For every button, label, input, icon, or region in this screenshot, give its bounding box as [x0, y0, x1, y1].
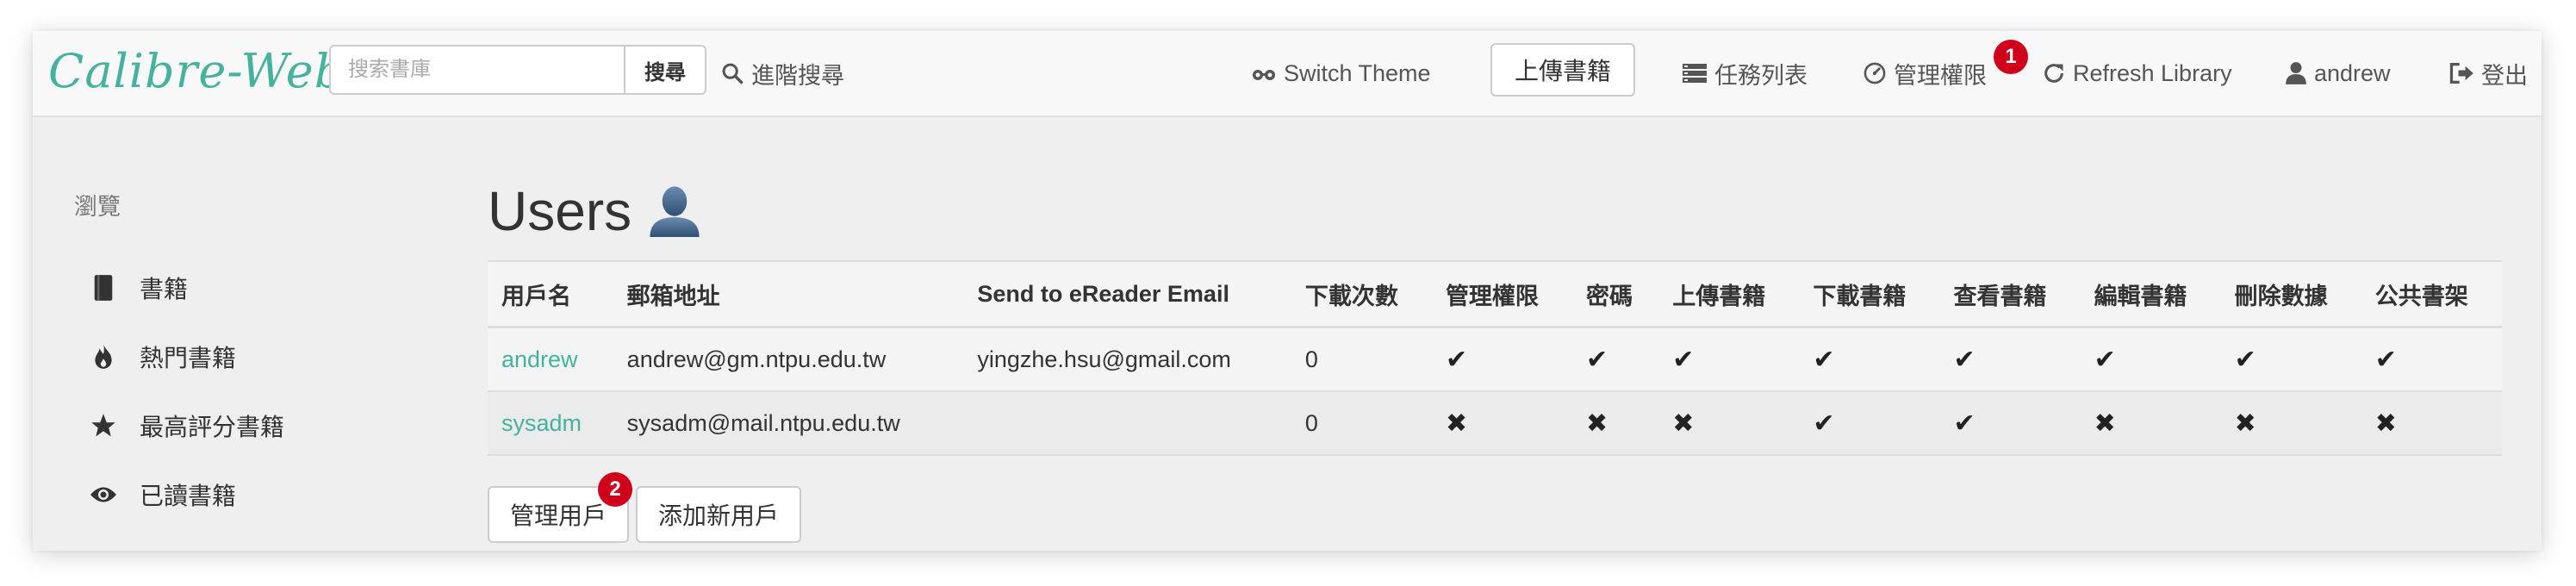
eye-icon — [88, 479, 119, 510]
search-button[interactable]: 搜尋 — [624, 45, 706, 95]
permission-mark: ✔ — [1572, 327, 1659, 392]
permission-mark: ✔ — [1799, 327, 1940, 392]
permission-mark: ✔ — [2080, 327, 2221, 392]
ereader-email-cell: yingzhe.hsu@gmail.com — [963, 327, 1291, 392]
refresh-library-label: Refresh Library — [2073, 59, 2232, 86]
ereader-email-cell — [963, 391, 1291, 456]
book-icon — [88, 272, 119, 303]
advanced-search-label: 進階搜尋 — [751, 62, 844, 89]
logout-icon — [2449, 63, 2473, 84]
search-input[interactable] — [329, 45, 624, 95]
advanced-search-link[interactable]: 進階搜尋 — [720, 31, 844, 115]
logout-link[interactable]: 登出 — [2448, 31, 2528, 115]
app-window: Calibre-Web 搜尋 進階搜尋 Switch Theme 上傳書籍 任務… — [33, 31, 2542, 551]
search-form: 搜尋 — [329, 45, 706, 95]
sidebar-item-hot-books[interactable]: 熱門書籍 — [88, 340, 236, 374]
email-cell: andrew@gm.ntpu.edu.tw — [613, 327, 964, 392]
table-row: sysadm sysadm@mail.ntpu.edu.tw 0 ✖ ✖ ✖ ✔… — [488, 391, 2502, 456]
column-header: 密碼 — [1572, 260, 1659, 328]
sidebar-item-label: 熱門書籍 — [140, 345, 237, 371]
column-header: 用戶名 — [488, 260, 613, 328]
admin-step-badge: 1 — [1994, 40, 2028, 74]
column-header: 查看書籍 — [1939, 260, 2081, 328]
permission-mark: ✔ — [1939, 327, 2081, 392]
upload-book-button[interactable]: 上傳書籍 — [1490, 43, 1636, 97]
add-user-button[interactable]: 添加新用戶 — [636, 486, 802, 543]
permission-mark: ✔ — [2361, 327, 2502, 392]
brand-logo[interactable]: Calibre-Web — [48, 41, 345, 102]
permission-mark: ✖ — [1431, 391, 1573, 456]
page-title: Users — [488, 179, 702, 243]
email-cell: sysadm@mail.ntpu.edu.tw — [613, 391, 964, 456]
permission-mark: ✔ — [1658, 327, 1800, 392]
users-table: 用戶名 郵箱地址 Send to eReader Email 下載次數 管理權限… — [488, 260, 2502, 456]
switch-theme-link[interactable]: Switch Theme — [1251, 31, 1431, 115]
page-title-text: Users — [488, 180, 632, 242]
sidebar-header: 瀏覽 — [74, 194, 121, 220]
column-header: 下載書籍 — [1799, 260, 1940, 328]
star-icon — [88, 410, 119, 441]
column-header: 郵箱地址 — [613, 260, 964, 328]
user-name-label: andrew — [2314, 59, 2391, 86]
admin-label: 管理權限 — [1894, 62, 1987, 89]
refresh-icon — [2044, 64, 2063, 83]
permission-mark: ✖ — [1658, 391, 1800, 456]
switch-theme-label: Switch Theme — [1284, 59, 1431, 86]
permission-mark: ✖ — [1572, 391, 1659, 456]
refresh-library-link[interactable]: Refresh Library — [2042, 31, 2232, 115]
tasks-list-icon — [1683, 64, 1707, 83]
column-header: 上傳書籍 — [1658, 260, 1800, 328]
permission-mark: ✖ — [2220, 391, 2361, 456]
dashboard-icon — [1864, 62, 1886, 84]
username-link[interactable]: andrew — [501, 346, 578, 372]
permission-mark: ✖ — [2361, 391, 2502, 456]
column-header: 管理權限 — [1431, 260, 1573, 328]
user-profile-link[interactable]: andrew — [2285, 31, 2391, 115]
column-header: Send to eReader Email — [963, 260, 1291, 328]
sidebar-item-label: 書籍 — [140, 276, 189, 302]
column-header: 下載次數 — [1291, 260, 1432, 328]
downloads-cell: 0 — [1291, 391, 1432, 456]
manage-users-step-badge: 2 — [598, 472, 632, 507]
permission-mark: ✔ — [2220, 327, 2361, 392]
table-row: andrew andrew@gm.ntpu.edu.tw yingzhe.hsu… — [488, 327, 2502, 392]
fire-icon — [88, 341, 119, 372]
permission-mark: ✔ — [1799, 391, 1940, 456]
search-icon — [722, 63, 744, 84]
top-navbar: Calibre-Web 搜尋 進階搜尋 Switch Theme 上傳書籍 任務… — [33, 31, 2542, 117]
admin-link[interactable]: 管理權限 — [1863, 31, 1987, 115]
permission-mark: ✔ — [1431, 327, 1573, 392]
table-header-row: 用戶名 郵箱地址 Send to eReader Email 下載次數 管理權限… — [488, 260, 2502, 328]
sidebar-item-books[interactable]: 書籍 — [88, 271, 188, 305]
sidebar-item-top-rated[interactable]: 最高評分書籍 — [88, 408, 284, 443]
user-icon — [2286, 62, 2306, 84]
permission-mark: ✔ — [1939, 391, 2081, 456]
sidebar-item-label: 已讀書籍 — [140, 483, 237, 509]
username-link[interactable]: sysadm — [501, 410, 582, 436]
tasks-label: 任務列表 — [1714, 62, 1808, 89]
tasks-link[interactable]: 任務列表 — [1682, 31, 1808, 115]
column-header: 公共書架 — [2361, 260, 2502, 328]
column-header: 刪除數據 — [2220, 260, 2361, 328]
downloads-cell: 0 — [1291, 327, 1432, 392]
user-avatar-icon — [650, 186, 700, 237]
glasses-icon — [1253, 70, 1275, 80]
sidebar-item-label: 最高評分書籍 — [140, 414, 285, 440]
sidebar-item-read-books[interactable]: 已讀書籍 — [88, 477, 236, 512]
logout-label: 登出 — [2481, 62, 2528, 89]
column-header: 編輯書籍 — [2080, 260, 2221, 328]
permission-mark: ✖ — [2080, 391, 2221, 456]
